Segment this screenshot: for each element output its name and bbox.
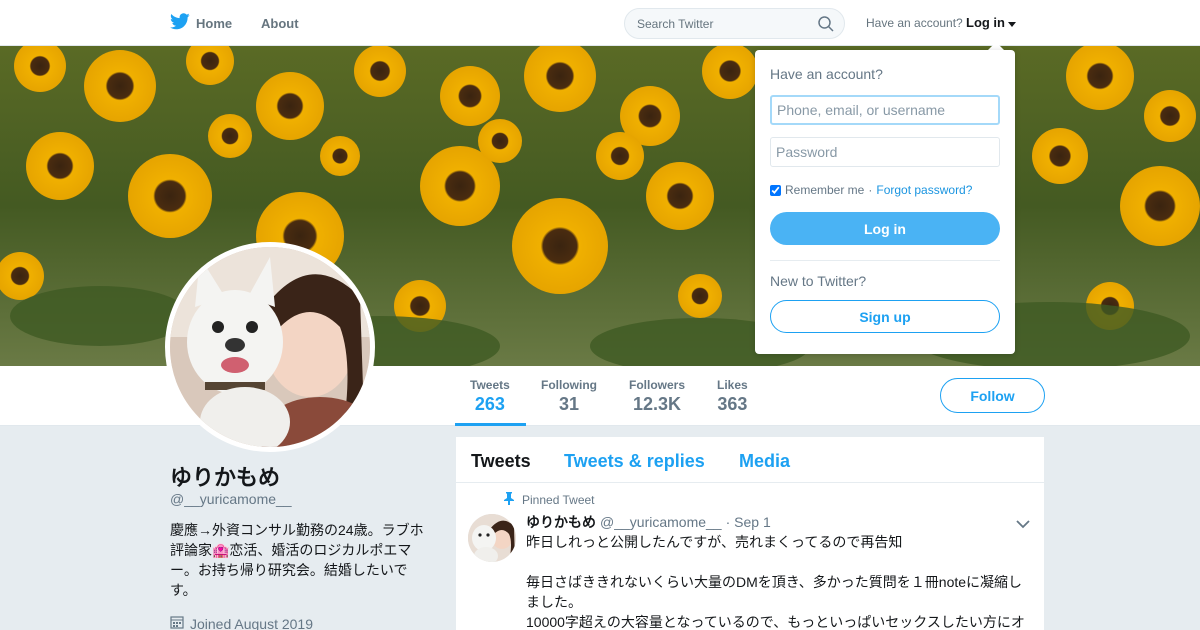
follow-button[interactable]: Follow [940, 378, 1045, 413]
nav-home[interactable]: Home [170, 13, 232, 33]
dropdown-caret [988, 42, 1004, 50]
profile-handle[interactable]: @__yuricamome__ [170, 491, 292, 507]
login-link-label: Log in [966, 15, 1005, 30]
password-field[interactable] [770, 137, 1000, 167]
pin-icon [504, 492, 514, 508]
search-input[interactable]: Search Twitter [637, 17, 713, 31]
nav-home-label: Home [196, 15, 233, 31]
stat-value: 31 [558, 394, 580, 414]
stat-label: Likes [717, 378, 748, 392]
tweet-line: 10000字超えの大容量となっているので、もっといっぱいセックスしたい方にオ [526, 614, 1025, 630]
profile-bio: 慶應→外資コンサル勤務の24歳。ラブホ評論家🏩恋活、婚活のロジカルポエマー。お持… [170, 522, 424, 598]
stat-label: Tweets [470, 378, 510, 392]
joined-label: Joined August 2019 [190, 615, 313, 630]
caret-down-icon [1008, 15, 1016, 30]
active-stat-indicator [455, 423, 526, 426]
tab-tweets[interactable]: Tweets [471, 451, 531, 472]
tweet-line: 昨日しれっと公開したんですが、売れまくってるので再告知 [526, 534, 903, 550]
profile-name[interactable]: ゆりかもめ [170, 460, 280, 492]
stat-label: Following [541, 378, 597, 392]
timeline-tabs: Tweets Tweets & replies Media [456, 437, 1044, 483]
remember-checkbox[interactable] [770, 184, 781, 196]
search-icon[interactable] [818, 16, 834, 37]
tweet-author-handle[interactable]: @__yuricamome__ [600, 514, 722, 530]
pinned-label: Pinned Tweet [522, 493, 595, 507]
avatar-photo [170, 247, 370, 447]
stat-value: 363 [717, 394, 748, 414]
stat-value: 263 [474, 394, 505, 414]
calendar-icon [170, 615, 184, 630]
forgot-password-link[interactable]: Forgot password? [876, 183, 972, 197]
separator: · [868, 183, 873, 197]
pinned-indicator: Pinned Tweet [504, 492, 595, 508]
divider [770, 260, 1000, 261]
stat-value: 12.3K [632, 394, 682, 414]
tweet-author-name[interactable]: ゆりかもめ [526, 512, 596, 532]
login-dropdown: Have an account? Remember me · Forgot pa… [755, 50, 1015, 354]
username-field[interactable] [770, 95, 1000, 125]
new-to-twitter-label: New to Twitter? [770, 273, 867, 289]
profile-joined: Joined August 2019 [170, 615, 313, 630]
login-button[interactable]: Log in [770, 212, 1000, 245]
stat-following[interactable]: Following 31 [541, 378, 597, 415]
tab-tweets-replies[interactable]: Tweets & replies [564, 451, 705, 472]
have-account-label: Have an account? [866, 16, 963, 30]
stat-tweets[interactable]: Tweets 263 [470, 378, 510, 415]
timeline: Tweets Tweets & replies Media Pinned Twe… [456, 437, 1044, 630]
profile-avatar[interactable] [165, 242, 375, 452]
tweet-date[interactable]: · Sep 1 [726, 514, 771, 530]
dropdown-title: Have an account? [770, 66, 883, 82]
stat-label: Followers [629, 378, 686, 392]
remember-label[interactable]: Remember me [785, 183, 864, 197]
remember-row: Remember me · Forgot password? [770, 183, 972, 197]
tab-media[interactable]: Media [739, 451, 790, 472]
signup-button[interactable]: Sign up [770, 300, 1000, 333]
stat-likes[interactable]: Likes 363 [717, 378, 748, 415]
search-box[interactable]: Search Twitter [624, 8, 845, 39]
top-navigation: Home About Search Twitter Have an accoun… [0, 0, 1200, 46]
tweet-avatar[interactable] [468, 514, 516, 562]
tweet-header: ゆりかもめ @__yuricamome__ · Sep 1 [526, 512, 771, 532]
stat-followers[interactable]: Followers 12.3K [629, 378, 685, 415]
login-dropdown-toggle[interactable]: Log in [966, 15, 1016, 30]
tweet-text: 昨日しれっと公開したんですが、売れまくってるので再告知 毎日さばききれないくらい… [526, 532, 1031, 630]
nav-about[interactable]: About [261, 16, 299, 31]
twitter-bird-icon [170, 13, 190, 33]
tweet-line: 毎日さばききれないくらい大量のDMを頂き、多かった質問を１冊noteに凝縮しまし… [526, 574, 1023, 610]
